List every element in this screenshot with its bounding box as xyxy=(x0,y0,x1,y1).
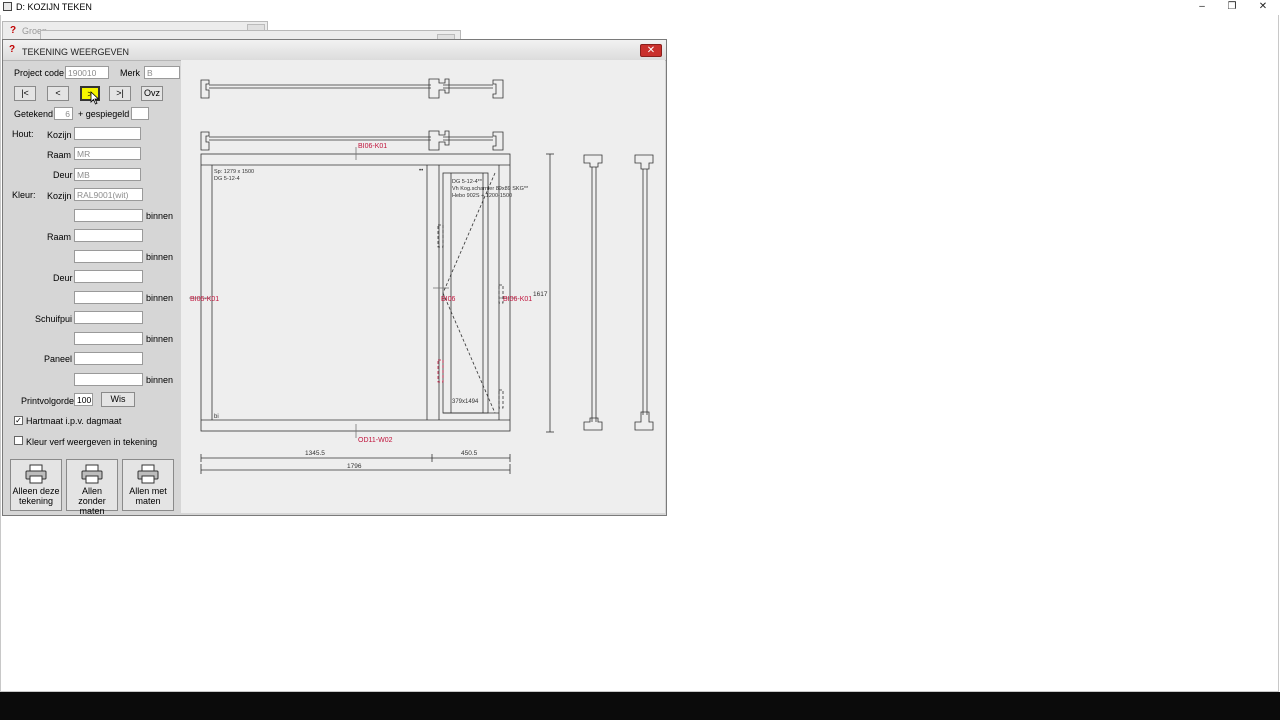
door-marks: •• xyxy=(419,168,423,174)
door-spec-2: Vh Kog.scharnier 89x89 SKG** xyxy=(452,186,529,192)
deur-binnen-label: binnen xyxy=(146,293,174,303)
drawing-label-mid: BI06 xyxy=(441,296,456,303)
vertical-section-1 xyxy=(583,154,603,431)
hout-deur-field[interactable]: MB xyxy=(74,168,141,181)
kleur-verf-label: Kleur verf weergeven in tekening xyxy=(26,437,158,447)
kleur-kozijn-label: Kozijn xyxy=(47,191,72,201)
schuifpui-binnen-label: binnen xyxy=(146,334,174,344)
print-this-line2: tekening xyxy=(18,496,54,506)
section-profile-top xyxy=(200,78,504,99)
merk-field[interactable]: B xyxy=(144,66,180,79)
section-profile-frame xyxy=(200,130,504,151)
kleur-schuifpui-label: Schuifpui xyxy=(35,314,73,324)
printer-icon xyxy=(137,464,159,484)
help-icon: ? xyxy=(10,25,17,36)
print-with-line1: Allen met xyxy=(129,486,167,496)
kleur-schuifpui-field[interactable] xyxy=(74,311,143,324)
dialog-close-button[interactable]: ✕ xyxy=(640,44,662,57)
door-spec-1: DG 5-12-4** xyxy=(452,179,483,185)
close-button[interactable]: ✕ xyxy=(1248,0,1278,14)
drawing-label-left: BI06-K01 xyxy=(190,296,219,303)
getekend-field[interactable]: 6 xyxy=(54,107,73,120)
app-titlebar xyxy=(0,0,1280,15)
hartmaat-label: Hartmaat i.p.v. dagmaat xyxy=(26,416,122,426)
print-all-with-dimensions-button[interactable]: Allen met maten xyxy=(122,459,174,511)
kleur-deur-field[interactable] xyxy=(74,270,143,283)
project-code-field[interactable]: 190010 xyxy=(65,66,109,79)
kleur-paneel-binnen-field[interactable] xyxy=(74,373,143,386)
app-title: D: KOZIJN TEKEN xyxy=(16,2,92,12)
kleur-kozijn-binnen-field[interactable] xyxy=(74,209,143,222)
overview-button[interactable]: Ovz xyxy=(141,86,163,101)
left-pane-spec-2: DG 5-12-4 xyxy=(214,176,240,182)
drawing-label-right: BI06-K01 xyxy=(503,296,532,303)
minimize-button[interactable]: – xyxy=(1187,0,1217,14)
previous-button[interactable]: < xyxy=(47,86,69,101)
kleur-label: Kleur: xyxy=(12,190,36,200)
kozijn-binnen-label: binnen xyxy=(146,211,174,221)
project-code-label: Project code xyxy=(14,68,65,78)
wis-button[interactable]: Wis xyxy=(101,392,135,407)
tekening-weergeven-dialog: ? TEKENING WEERGEVEN ✕ Project code 1900… xyxy=(2,39,667,516)
maximize-button[interactable]: ❐ xyxy=(1217,0,1247,14)
hout-raam-field[interactable]: MR xyxy=(74,147,141,160)
hout-deur-label: Deur xyxy=(53,170,73,180)
drawing-canvas: BI06-K01 BI06-K01 BI06 BI06-K01 OD11-W02… xyxy=(181,60,665,513)
kleur-deur-binnen-field[interactable] xyxy=(74,291,143,304)
kleur-paneel-label: Paneel xyxy=(44,354,73,364)
taskbar xyxy=(0,692,1280,720)
print-with-line2: maten xyxy=(135,496,161,506)
kozijn-drawing: BI06-K01 BI06-K01 BI06 BI06-K01 OD11-W02… xyxy=(189,78,654,474)
mouse-cursor-icon xyxy=(90,91,100,105)
drawing-label-bottom: OD11-W02 xyxy=(358,437,393,444)
kleur-raam-label: Raam xyxy=(47,232,72,242)
left-pane-spec-1: Sp: 1279 x 1500 xyxy=(214,169,254,175)
door-spec-3: Hebo 902S + 1200-1500 xyxy=(452,193,512,199)
print-this-drawing-button[interactable]: Alleen deze tekening xyxy=(10,459,62,511)
vertical-section-2 xyxy=(634,154,654,431)
dimension-total-text: 1796 xyxy=(347,463,362,470)
kleur-schuifpui-binnen-field[interactable] xyxy=(74,332,143,345)
app-icon xyxy=(3,2,12,11)
printvolgorde-label: Printvolgorde xyxy=(21,396,75,406)
kleur-raam-field[interactable] xyxy=(74,229,143,242)
dimension-left-text: 1345.5 xyxy=(305,450,325,457)
kleur-deur-label: Deur xyxy=(53,273,73,283)
gespiegeld-field[interactable] xyxy=(131,107,149,120)
print-this-line1: Alleen deze xyxy=(12,486,60,496)
printvolgorde-field[interactable]: 100 xyxy=(74,393,93,406)
door-opening-lines xyxy=(437,172,504,414)
dimension-right-text: 450.5 xyxy=(461,450,478,457)
hartmaat-checkbox[interactable]: ✓ xyxy=(14,416,23,425)
hout-label: Hout: xyxy=(12,129,34,139)
left-pane-mark: bi xyxy=(214,414,219,420)
getekend-label: Getekend xyxy=(14,109,54,119)
hout-raam-label: Raam xyxy=(47,150,72,160)
raam-binnen-label: binnen xyxy=(146,252,174,262)
height-dimension-text: 1617 xyxy=(533,291,548,298)
printer-icon xyxy=(81,464,103,484)
kleur-raam-binnen-field[interactable] xyxy=(74,250,143,263)
merk-label: Merk xyxy=(120,68,140,78)
last-button[interactable]: >| xyxy=(109,86,131,101)
door-size: 379x1494 xyxy=(452,399,479,405)
hout-kozijn-label: Kozijn xyxy=(47,130,72,140)
print-without-line2: maten xyxy=(79,506,105,516)
print-all-without-dimensions-button[interactable]: Allen zonder maten xyxy=(66,459,118,516)
check-icon: ✓ xyxy=(15,416,22,425)
help-icon: ? xyxy=(9,44,16,55)
kleur-paneel-field[interactable] xyxy=(74,352,143,365)
hout-kozijn-field[interactable] xyxy=(74,127,141,140)
gespiegeld-label: + gespiegeld xyxy=(78,109,130,119)
printer-icon xyxy=(25,464,47,484)
first-button[interactable]: |< xyxy=(14,86,36,101)
kleur-kozijn-field[interactable]: RAL9001(wit) xyxy=(74,188,143,201)
paneel-binnen-label: binnen xyxy=(146,375,174,385)
dialog-title: TEKENING WEERGEVEN xyxy=(22,47,130,57)
kleur-verf-checkbox[interactable] xyxy=(14,436,23,445)
drawing-label-top: BI06-K01 xyxy=(358,143,387,150)
print-without-line1: Allen zonder xyxy=(78,486,106,506)
